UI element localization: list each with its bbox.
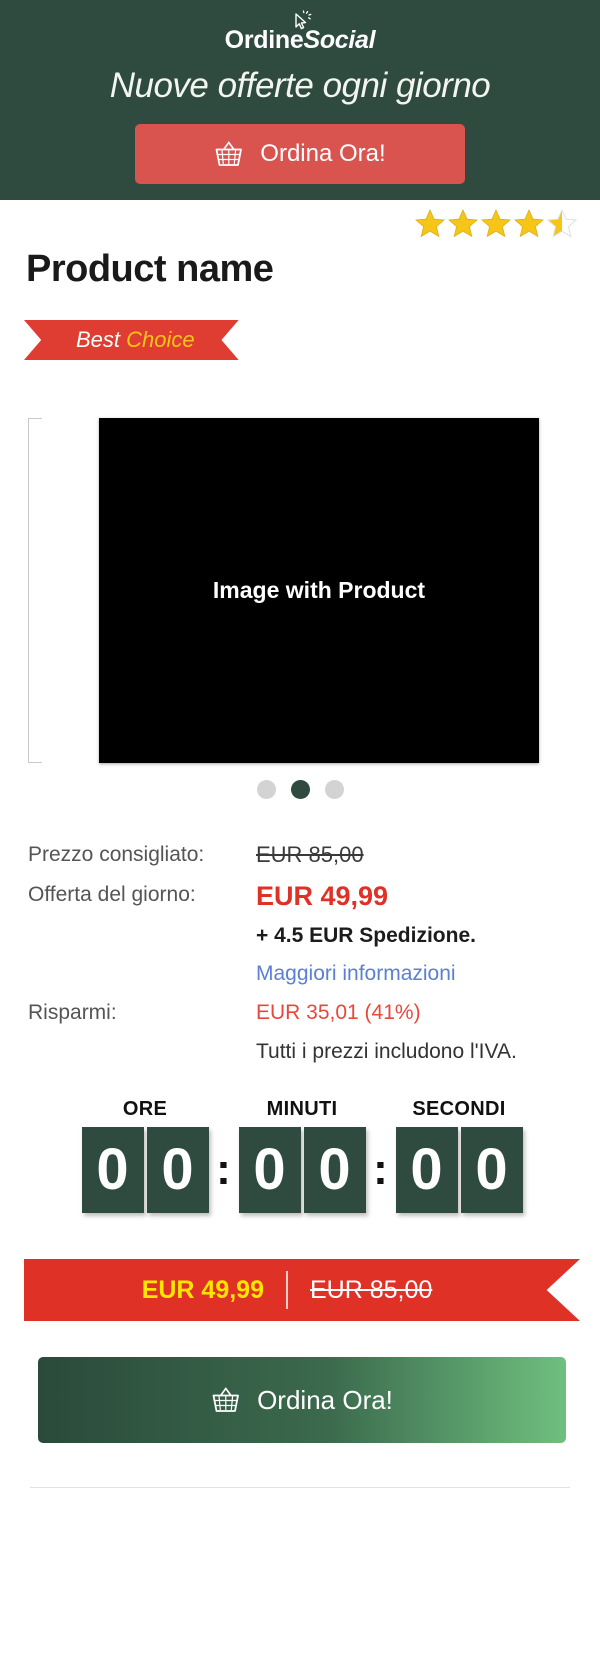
thumbnail-rail[interactable] bbox=[28, 418, 42, 763]
savings-group: EUR 35,01 (41%) Tutti i prezzi includono… bbox=[256, 993, 517, 1070]
countdown-digit: 0 bbox=[460, 1127, 523, 1213]
list-price-row: Prezzo consigliato: EUR 85,00 bbox=[28, 835, 600, 875]
badge-suffix: Choice bbox=[126, 327, 195, 352]
badge-prefix: Best bbox=[76, 327, 121, 352]
banner-new-price: EUR 49,99 bbox=[141, 1275, 264, 1304]
countdown-digit: 0 bbox=[303, 1127, 366, 1213]
header-tagline: Nuove offerte ogni giorno bbox=[109, 66, 491, 105]
shipping-note: + 4.5 EUR Spedizione. bbox=[256, 924, 476, 947]
carousel-dot[interactable] bbox=[324, 780, 344, 799]
deal-price-value: EUR 49,99 bbox=[256, 881, 389, 911]
countdown-label-seconds: SECONDI bbox=[412, 1098, 506, 1120]
countdown-label-spacer bbox=[372, 1098, 389, 1121]
list-price-value: EUR 85,00 bbox=[256, 842, 364, 867]
carousel-dot[interactable] bbox=[256, 780, 276, 799]
deal-price-label: Offerta del giorno: bbox=[28, 883, 196, 906]
deal-price-row: Offerta del giorno: EUR 49,99 + 4.5 EUR … bbox=[28, 875, 600, 993]
product-title-section: Product name bbox=[0, 200, 600, 292]
page-header: OrdineSocial Nuove offerte ogni giorno O… bbox=[0, 0, 600, 200]
product-gallery: Image with Product bbox=[0, 360, 600, 799]
carousel-dots bbox=[0, 780, 600, 799]
order-now-label-top: Ordina Ora! bbox=[260, 140, 386, 167]
order-now-button-top[interactable]: Ordina Ora! bbox=[135, 124, 465, 184]
savings-value: EUR 35,01 (41%) bbox=[256, 1001, 421, 1024]
countdown-hours: 0 0 bbox=[79, 1127, 211, 1213]
countdown-digit: 0 bbox=[81, 1127, 144, 1213]
countdown-digits: 0 0 : 0 0 : 0 0 bbox=[0, 1127, 600, 1213]
shopping-basket-icon bbox=[211, 1386, 241, 1414]
carousel-dot-active[interactable] bbox=[290, 780, 310, 799]
countdown-label-hours: ORE bbox=[122, 1098, 168, 1120]
cursor-click-icon bbox=[290, 10, 314, 34]
countdown-separator: : bbox=[216, 1145, 231, 1194]
shopping-basket-icon bbox=[214, 140, 244, 168]
footer-cta-container: Ordina Ora! bbox=[0, 1321, 600, 1443]
savings-label: Risparmi: bbox=[28, 1001, 117, 1024]
savings-row: Risparmi: EUR 35,01 (41%) Tutti i prezzi… bbox=[28, 993, 600, 1070]
countdown-separator: : bbox=[373, 1145, 388, 1194]
order-now-button-bottom[interactable]: Ordina Ora! bbox=[38, 1357, 566, 1443]
countdown-labels: ORE MINUTI SECONDI bbox=[0, 1098, 600, 1121]
banner-old-price: EUR 85,00 bbox=[310, 1275, 433, 1304]
price-banner: EUR 49,99 EUR 85,00 bbox=[24, 1259, 580, 1321]
countdown-digit: 0 bbox=[146, 1127, 209, 1213]
rating-stars bbox=[415, 208, 580, 240]
badge-container: Best Choice bbox=[0, 292, 600, 360]
countdown-digit: 0 bbox=[238, 1127, 301, 1213]
countdown-digit: 0 bbox=[395, 1127, 458, 1213]
best-choice-badge: Best Choice bbox=[24, 320, 239, 360]
pricing-section: Prezzo consigliato: EUR 85,00 Offerta de… bbox=[0, 760, 600, 1070]
product-image[interactable]: Image with Product bbox=[99, 418, 539, 763]
brand-logo[interactable]: OrdineSocial bbox=[225, 10, 376, 54]
order-now-label-bottom: Ordina Ora! bbox=[257, 1384, 393, 1415]
deal-price-group: EUR 49,99 + 4.5 EUR Spedizione. Maggiori… bbox=[256, 875, 476, 993]
product-landing-page: OrdineSocial Nuove offerte ogni giorno O… bbox=[0, 0, 600, 1671]
countdown-minutes: 0 0 bbox=[236, 1127, 368, 1213]
countdown-label-minutes: MINUTI bbox=[266, 1098, 338, 1120]
countdown-label-spacer bbox=[215, 1098, 232, 1121]
logo-text-secondary: Social bbox=[303, 26, 376, 54]
vat-note: Tutti i prezzi includono l'IVA. bbox=[256, 1040, 517, 1063]
banner-divider bbox=[286, 1271, 288, 1309]
list-price-label: Prezzo consigliato: bbox=[28, 843, 205, 866]
product-image-placeholder-text: Image with Product bbox=[212, 577, 426, 603]
countdown-seconds: 0 0 bbox=[393, 1127, 525, 1213]
more-info-link[interactable]: Maggiori informazioni bbox=[256, 955, 456, 993]
footer-divider bbox=[30, 1487, 570, 1488]
countdown-timer: ORE MINUTI SECONDI 0 0 : 0 0 : 0 0 bbox=[0, 1070, 600, 1213]
price-banner-container: EUR 49,99 EUR 85,00 bbox=[0, 1213, 600, 1321]
